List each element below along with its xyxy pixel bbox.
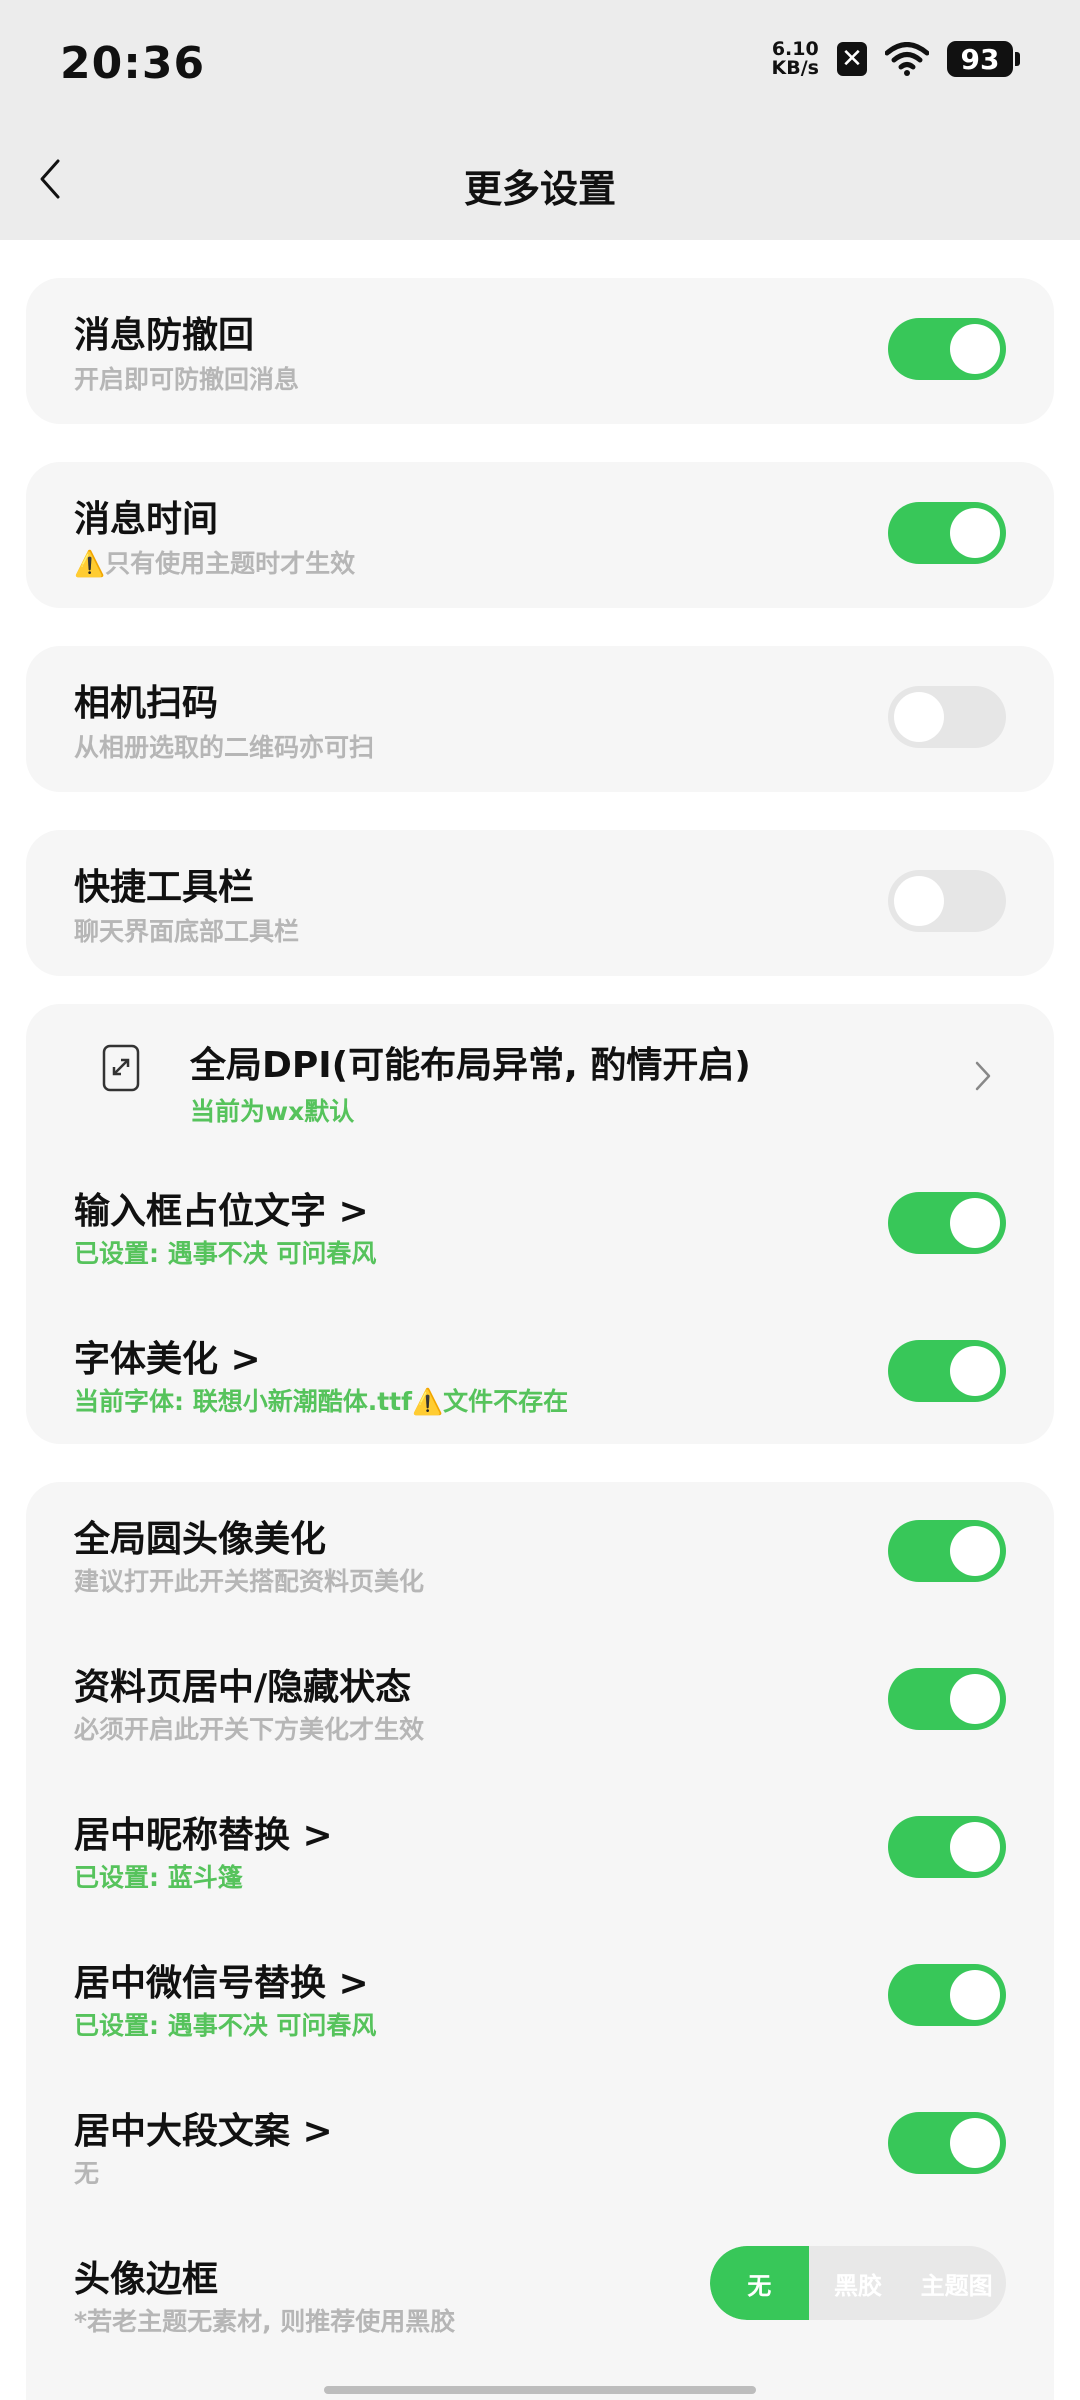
setting-description: ⚠️只有使用主题时才生效 [74,549,356,578]
font-beautify-toggle[interactable] [888,1340,1006,1402]
avatar-frame-label: 头像边框 [74,2259,219,2300]
font-beautify-row[interactable]: 字体美化 > 当前字体: 联想小新潮酷体.ttf⚠️文件不存在 [26,1302,1054,1442]
toggle-knob [950,1526,1000,1576]
chevron-right-icon [975,1061,991,1091]
avatar-frame-description: *若老主题无素材, 则推荐使用黑胶 [74,2307,456,2336]
long-text-row[interactable]: 居中大段文案 > 无 [26,2074,1054,2220]
input-placeholder-label: 输入框占位文字 > [74,1191,369,1232]
input-placeholder-row[interactable]: 输入框占位文字 > 已设置: 遇事不决 可问春风 [26,1154,1054,1294]
setting-card-profile: 全局圆头像美化 建议打开此开关搭配资料页美化 资料页居中/隐藏状态 必须开启此开… [26,1482,1054,2400]
profile-center-toggle[interactable] [888,1668,1006,1730]
round-avatar-label: 全局圆头像美化 [74,1519,327,1560]
avatar-frame-row: 头像边框 *若老主题无素材, 则推荐使用黑胶 无 黑胶 主题图 [26,2222,1054,2372]
toggle-knob [894,692,944,742]
setting-description: 从相册选取的二维码亦可扫 [74,733,375,762]
toggle-knob [950,2118,1000,2168]
font-beautify-status: 当前字体: 联想小新潮酷体.ttf⚠️文件不存在 [74,1387,569,1416]
battery-indicator: 93 [947,41,1020,77]
status-time: 20:36 [60,38,206,89]
dpi-label: 全局DPI(可能布局异常, 酌情开启) [190,1045,751,1086]
toggle-knob [950,1970,1000,2020]
wechat-id-replace-label: 居中微信号替换 > [74,1963,369,2004]
toggle-knob [950,1346,1000,1396]
wifi-icon [885,42,929,76]
nickname-replace-row[interactable]: 居中昵称替换 > 已设置: 蓝斗篷 [26,1778,1054,1924]
setting-card-message-time: 消息时间 ⚠️只有使用主题时才生效 [26,462,1054,608]
status-icons: 6.10 KB/s ✕ 93 [772,40,1020,78]
camera-scan-toggle[interactable] [888,686,1006,748]
setting-description: 聊天界面底部工具栏 [74,917,300,946]
anti-recall-toggle[interactable] [888,318,1006,380]
toggle-knob [894,876,944,926]
nickname-replace-status: 已设置: 蓝斗篷 [74,1863,243,1892]
setting-card-quick-toolbar: 快捷工具栏 聊天界面底部工具栏 [26,830,1054,976]
round-avatar-toggle[interactable] [888,1520,1006,1582]
network-speed: 6.10 KB/s [771,38,819,79]
page-title: 更多设置 [463,167,616,211]
input-placeholder-toggle[interactable] [888,1192,1006,1254]
message-time-toggle[interactable] [888,502,1006,564]
setting-card-display: 全局DPI(可能布局异常, 酌情开启) 当前为wx默认 输入框占位文字 > 已设… [26,1004,1054,1444]
toggle-knob [950,1674,1000,1724]
setting-label: 相机扫码 [74,683,219,724]
font-beautify-label: 字体美化 > [74,1339,261,1380]
toggle-knob [950,1822,1000,1872]
home-indicator[interactable] [324,2386,756,2394]
nickname-replace-toggle[interactable] [888,1816,1006,1878]
wechat-id-replace-row[interactable]: 居中微信号替换 > 已设置: 遇事不决 可问春风 [26,1926,1054,2072]
round-avatar-description: 建议打开此开关搭配资料页美化 [74,1567,425,1596]
setting-label: 消息时间 [74,499,219,540]
nickname-replace-label: 居中昵称替换 > [74,1815,333,1856]
long-text-label: 居中大段文案 > [74,2111,333,2152]
toggle-knob [950,508,1000,558]
setting-description: 开启即可防撤回消息 [74,365,300,394]
avatar-frame-option-vinyl[interactable]: 黑胶 [809,2246,908,2320]
profile-center-row[interactable]: 资料页居中/隐藏状态 必须开启此开关下方美化才生效 [26,1630,1054,1776]
toggle-knob [950,1198,1000,1248]
toggle-knob [950,324,1000,374]
setting-label: 消息防撤回 [74,315,255,356]
wechat-id-replace-status: 已设置: 遇事不决 可问春风 [74,2011,377,2040]
wechat-id-replace-toggle[interactable] [888,1964,1006,2026]
setting-card-anti-recall: 消息防撤回 开启即可防撤回消息 [26,278,1054,424]
avatar-frame-option-none[interactable]: 无 [710,2246,809,2320]
setting-label: 快捷工具栏 [74,867,255,908]
quick-toolbar-toggle[interactable] [888,870,1006,932]
battery-level: 93 [947,41,1013,77]
avatar-frame-selector: 无 黑胶 主题图 [710,2246,1006,2320]
dpi-setting-row[interactable]: 全局DPI(可能布局异常, 酌情开启) 当前为wx默认 [26,1004,1054,1144]
long-text-status: 无 [74,2159,100,2188]
app-notification-icon: ✕ [837,42,867,76]
avatar-frame-option-theme[interactable]: 主题图 [907,2246,1006,2320]
long-text-toggle[interactable] [888,2112,1006,2174]
resize-icon [102,1044,140,1092]
profile-center-description: 必须开启此开关下方美化才生效 [74,1715,425,1744]
round-avatar-row[interactable]: 全局圆头像美化 建议打开此开关搭配资料页美化 [26,1482,1054,1628]
input-placeholder-status: 已设置: 遇事不决 可问春风 [74,1239,377,1268]
battery-tip [1015,52,1020,66]
setting-card-camera-scan: 相机扫码 从相册选取的二维码亦可扫 [26,646,1054,792]
dpi-status: 当前为wx默认 [190,1097,355,1126]
profile-center-label: 资料页居中/隐藏状态 [74,1667,412,1708]
